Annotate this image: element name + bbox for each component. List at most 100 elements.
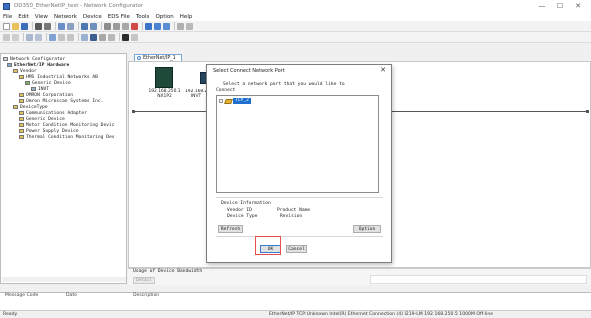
menu-edit[interactable]: Edit [18,14,29,20]
bandwidth-bar [370,275,587,284]
zoom-in-icon[interactable] [177,22,184,30]
delete-icon[interactable] [131,22,138,30]
folder-icon [19,99,24,103]
secondary-toolbar [0,32,591,43]
network-port-list[interactable]: - TCP_2 [216,95,379,193]
toolbar-separator [174,22,175,30]
zoom-out-icon[interactable] [186,22,193,30]
port-node-label: TCP_2 [233,98,251,104]
status-connection-info: EtherNet/IP TCP:Unknown Intel(R) Etherne… [269,312,494,317]
monitor-device-icon[interactable] [49,33,56,41]
disconnect-icon[interactable] [67,22,74,30]
column-header-date[interactable]: Date [66,293,77,298]
connect-label: Connect [216,88,236,93]
folder-icon [19,117,24,121]
print-icon[interactable] [35,22,42,30]
cancel-button[interactable]: Cancel [286,245,307,253]
menu-device[interactable]: Device [83,14,102,20]
detail-button[interactable]: Detail [133,277,155,284]
device-label: 192.168.250.1 NX1P2 [148,89,181,99]
reset-icon[interactable] [58,33,65,41]
tag-icon[interactable] [81,33,88,41]
folder-icon [13,69,18,73]
new-file-icon[interactable] [3,22,10,30]
download-icon[interactable] [90,22,97,30]
dialog-prompt: Select a network port that you would lik… [223,82,345,87]
folder-icon [19,111,24,115]
property-icon[interactable] [67,33,74,41]
dialog-title: Select Connect Network Port [213,68,285,74]
toolbar-separator [142,22,143,30]
main-toolbar [0,21,591,32]
device-label: 192.168.250INVT [185,89,207,99]
expand-icon[interactable]: - [219,99,223,103]
tree-horizontal-scrollbar[interactable] [2,277,126,282]
menu-option[interactable]: Option [155,14,173,20]
window-title: DD350_EtherNetIP_test - Network Configur… [14,3,144,9]
tab-ethernet-ip-1[interactable]: EtherNet/IP_1 [134,54,182,61]
table-icon[interactable] [154,22,161,30]
port-icon [224,98,233,104]
toolbar-separator [101,22,102,30]
revision-label: Revision [280,214,303,219]
product-name-label: Product Name [277,208,311,213]
app-icon [3,2,10,10]
toolbar-separator [78,33,79,41]
maximize-button[interactable]: ☐ [551,0,569,12]
toolbar-separator [46,33,47,41]
title-bar: DD350_EtherNetIP_test - Network Configur… [0,0,591,12]
menu-eds-file[interactable]: EDS File [108,14,130,20]
folder-icon [19,129,24,133]
hardware-tree[interactable]: Network Configurator EtherNet/IP Hardwar… [0,53,127,284]
hardware-icon [7,63,12,67]
upload-icon[interactable] [81,22,88,30]
toolbar-separator [32,22,33,30]
menu-tools[interactable]: Tools [136,14,150,20]
status-bar: Ready EtherNet/IP TCP:Unknown Intel(R) E… [0,310,591,318]
menu-bar: File Edit View Network Device EDS File T… [0,12,591,21]
monitor-icon[interactable] [163,22,170,30]
copy-icon[interactable] [113,22,120,30]
message-pane [0,292,591,310]
network-tab-icon [137,56,141,60]
cut-icon[interactable] [104,22,111,30]
parameter-icon[interactable] [35,33,42,41]
column-header-message-code[interactable]: Message Code [5,293,38,298]
compare-icon[interactable] [108,33,115,41]
toolbar-separator [55,22,56,30]
network-icon[interactable] [90,33,97,41]
menu-help[interactable]: Help [180,14,193,20]
refresh-button[interactable]: Refresh [218,225,243,233]
toolbar-separator [78,22,79,30]
dialog-close-button[interactable]: ✕ [380,66,386,74]
register-device-icon[interactable] [26,33,33,41]
column-header-description[interactable]: Description [133,293,159,298]
minimize-button[interactable]: — [533,0,551,12]
connect-icon[interactable] [58,22,65,30]
save-icon[interactable] [21,22,28,30]
open-folder-icon[interactable] [12,22,19,30]
print-preview-icon[interactable] [44,22,51,30]
menu-file[interactable]: File [3,14,12,20]
network-line-end [586,110,589,113]
folder-icon [13,105,18,109]
help-icon[interactable] [122,33,129,41]
port-node[interactable]: - TCP_2 [219,98,251,104]
device-icon [31,87,36,91]
online-icon[interactable] [3,33,10,41]
device-nx1p2[interactable] [155,67,173,88]
paste-icon[interactable] [122,22,129,30]
grid-icon[interactable] [145,22,152,30]
device-info-title: Device Information [221,201,271,206]
offline-icon[interactable] [12,33,19,41]
window-controls: — ☐ ✕ [533,0,587,12]
toolbar-separator [23,33,24,41]
tree-item[interactable]: Thermal Condition Monitoring Dev [19,134,115,140]
verify-icon[interactable] [99,33,106,41]
whats-this-icon[interactable] [131,33,138,41]
bandwidth-label: Usage of Device Bandwidth [133,269,203,274]
option-button[interactable]: Option [353,225,381,233]
close-button[interactable]: ✕ [569,0,587,12]
menu-network[interactable]: Network [54,14,77,20]
menu-view[interactable]: View [35,14,48,20]
